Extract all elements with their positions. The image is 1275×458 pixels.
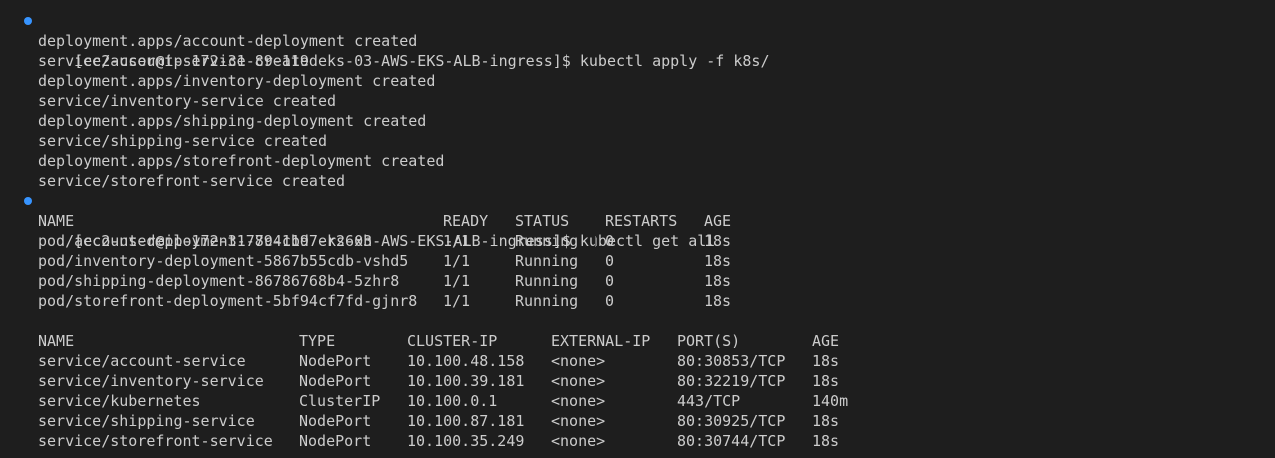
command-status-dot-icon[interactable] bbox=[24, 197, 32, 205]
cursor-marker bbox=[595, 231, 596, 251]
command-line: [ec2-user@ip-172-31-89-119 eks-03-AWS-EK… bbox=[0, 11, 1275, 70]
table-row: service/kubernetes ClusterIP 10.100.0.1 … bbox=[38, 392, 849, 410]
column-header: STATUS bbox=[515, 212, 570, 230]
column-header: EXTERNAL-IP bbox=[551, 332, 651, 350]
command-status-dot-icon[interactable] bbox=[24, 17, 32, 25]
column-header: NAME bbox=[38, 212, 75, 230]
table-row: pod/storefront-deployment-5bf94cf7fd-gjn… bbox=[38, 292, 732, 310]
column-header: CLUSTER-IP bbox=[407, 332, 498, 350]
column-header: PORT(S) bbox=[677, 332, 741, 350]
table-row: service/inventory-service NodePort 10.10… bbox=[38, 372, 840, 390]
terminal-panel[interactable]: [ec2-user@ip-172-31-89-119 eks-03-AWS-EK… bbox=[0, 0, 1275, 458]
column-header: AGE bbox=[704, 212, 732, 230]
output-line: deployment.apps/account-deployment creat… bbox=[38, 32, 418, 50]
output-line: deployment.apps/storefront-deployment cr… bbox=[38, 152, 445, 170]
column-header: AGE bbox=[812, 332, 840, 350]
table-row: service/shipping-service NodePort 10.100… bbox=[38, 412, 840, 430]
output-line: service/storefront-service created bbox=[38, 172, 346, 190]
output-line: service/inventory-service created bbox=[38, 92, 337, 110]
command-line: [ec2-user@ip-172-31-89-119 eks-03-AWS-EK… bbox=[0, 191, 1275, 250]
table-row: pod/account-deployment-77c4cbd7-r26xh 1/… bbox=[38, 231, 732, 251]
output-line: service/account-service created bbox=[38, 52, 318, 70]
column-header: RESTARTS bbox=[605, 212, 678, 230]
column-header: NAME bbox=[38, 332, 75, 350]
table-row: service/storefront-service NodePort 10.1… bbox=[38, 432, 840, 450]
output-line: deployment.apps/inventory-deployment cre… bbox=[38, 72, 436, 90]
output-line: deployment.apps/shipping-deployment crea… bbox=[38, 112, 427, 130]
services-table-header: NAME TYPE CLUSTER-IP EXTERNAL-IP PORT(S)… bbox=[0, 331, 1275, 351]
table-row: pod/inventory-deployment-5867b55cdb-vshd… bbox=[38, 252, 732, 270]
table-row: pod/shipping-deployment-86786768b4-5zhr8… bbox=[38, 272, 732, 290]
column-header: READY bbox=[443, 212, 489, 230]
column-header: TYPE bbox=[299, 332, 336, 350]
output-line: service/shipping-service created bbox=[38, 132, 327, 150]
table-row: service/account-service NodePort 10.100.… bbox=[38, 352, 840, 370]
pods-table-header: NAME READY STATUS RESTARTS AGE bbox=[0, 211, 1275, 231]
